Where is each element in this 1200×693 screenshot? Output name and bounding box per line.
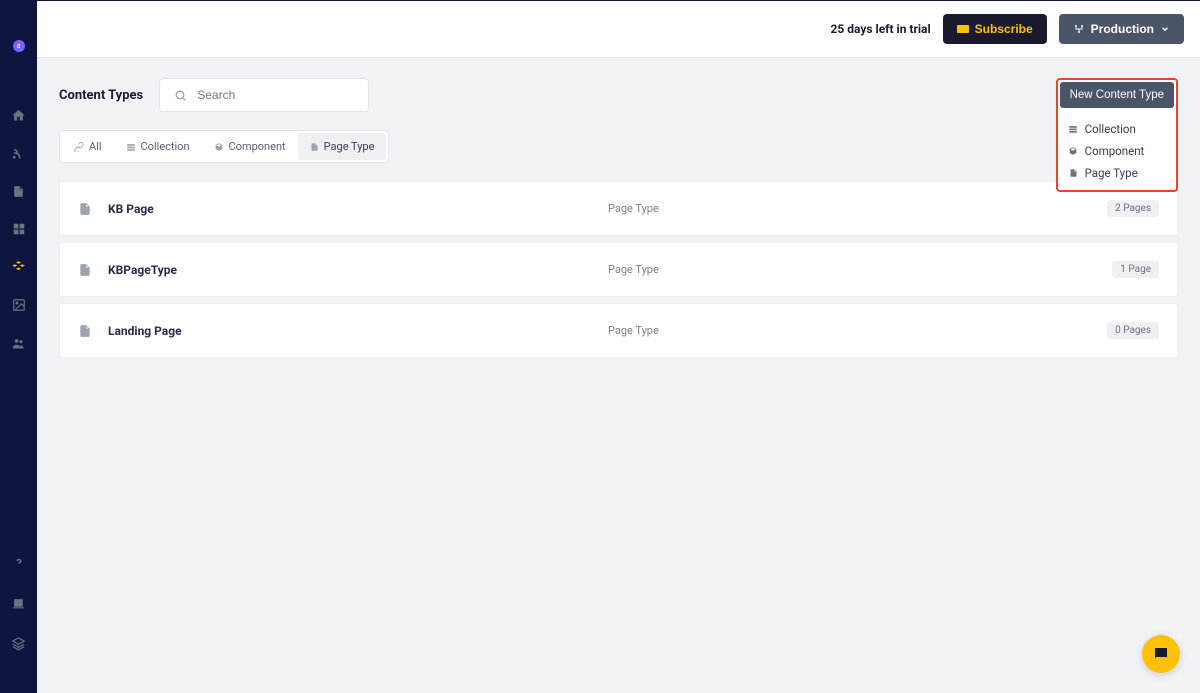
- row-badge: 2 Pages: [1107, 200, 1159, 217]
- filter-label: Component: [229, 140, 286, 153]
- page-icon: [78, 323, 92, 339]
- dropdown-menu: Collection Component Page Type: [1060, 114, 1174, 188]
- row-type: Page Type: [608, 202, 1107, 215]
- help-icon[interactable]: [11, 555, 27, 571]
- chat-widget[interactable]: [1142, 635, 1180, 673]
- list-row[interactable]: Landing Page Page Type 0 Pages: [59, 303, 1178, 358]
- row-badge: 0 Pages: [1107, 322, 1159, 339]
- collection-icon: [1068, 124, 1079, 135]
- dropdown-item-component[interactable]: Component: [1060, 140, 1174, 162]
- layers-icon[interactable]: [11, 635, 27, 651]
- component-icon: [1068, 146, 1079, 157]
- filter-tab-page-type[interactable]: Page Type: [298, 133, 387, 160]
- sidebar: a: [0, 0, 37, 693]
- page-icon: [78, 201, 92, 217]
- trial-text: 25 days left in trial: [831, 22, 931, 36]
- media-icon[interactable]: [11, 297, 27, 313]
- card-icon: [957, 25, 969, 33]
- topbar: 25 days left in trial Subscribe Producti…: [37, 0, 1200, 58]
- page-title: Content Types: [59, 88, 143, 103]
- dropdown-label: Page Type: [1085, 166, 1138, 180]
- filter-tab-collection[interactable]: Collection: [114, 133, 202, 160]
- new-content-type-button[interactable]: New Content Type: [1060, 82, 1174, 108]
- list-row[interactable]: KBPageType Page Type 1 Page: [59, 242, 1178, 297]
- search-icon: [174, 89, 187, 102]
- collection-icon: [126, 142, 136, 152]
- filter-label: Page Type: [324, 140, 375, 153]
- page-type-icon: [1068, 168, 1079, 179]
- production-button[interactable]: Production: [1059, 14, 1184, 44]
- search-box[interactable]: [159, 78, 369, 112]
- page-icon[interactable]: [11, 183, 27, 199]
- dropdown-label: Component: [1085, 144, 1145, 158]
- subscribe-label: Subscribe: [975, 22, 1033, 36]
- filter-tab-all[interactable]: All: [62, 133, 114, 160]
- blog-icon[interactable]: [11, 145, 27, 161]
- row-badge: 1 Page: [1112, 261, 1159, 278]
- list-row[interactable]: KB Page Page Type 2 Pages: [59, 181, 1178, 236]
- subscribe-button[interactable]: Subscribe: [943, 14, 1047, 44]
- chat-icon: [1152, 645, 1170, 663]
- component-icon: [214, 142, 224, 152]
- branch-icon: [1073, 23, 1085, 35]
- filter-tabs: All Collection Component: [59, 130, 389, 163]
- filter-label: Collection: [141, 140, 190, 153]
- home-icon[interactable]: [11, 107, 27, 123]
- dropdown-item-page-type[interactable]: Page Type: [1060, 162, 1174, 184]
- dropdown-item-collection[interactable]: Collection: [1060, 118, 1174, 140]
- row-name: KBPageType: [108, 263, 608, 277]
- row-name: Landing Page: [108, 324, 608, 338]
- avatar[interactable]: a: [13, 40, 25, 52]
- filter-tab-component[interactable]: Component: [202, 133, 298, 160]
- page-type-icon: [310, 142, 319, 152]
- users-icon[interactable]: [11, 335, 27, 351]
- production-label: Production: [1091, 22, 1154, 36]
- page-icon: [78, 262, 92, 278]
- filter-label: All: [89, 140, 102, 153]
- row-type: Page Type: [608, 324, 1107, 337]
- link-icon: [74, 142, 84, 152]
- content-type-list: KB Page Page Type 2 Pages KBPageType Pag…: [59, 181, 1178, 358]
- new-content-dropdown: New Content Type Collection Component: [1056, 78, 1178, 192]
- docs-icon[interactable]: [11, 595, 27, 611]
- modules-icon[interactable]: [11, 259, 27, 275]
- search-input[interactable]: [197, 88, 354, 102]
- dropdown-label: Collection: [1085, 122, 1136, 136]
- row-name: KB Page: [108, 202, 608, 216]
- chevron-down-icon: [1160, 24, 1170, 34]
- row-type: Page Type: [608, 263, 1112, 276]
- grid-icon[interactable]: [11, 221, 27, 237]
